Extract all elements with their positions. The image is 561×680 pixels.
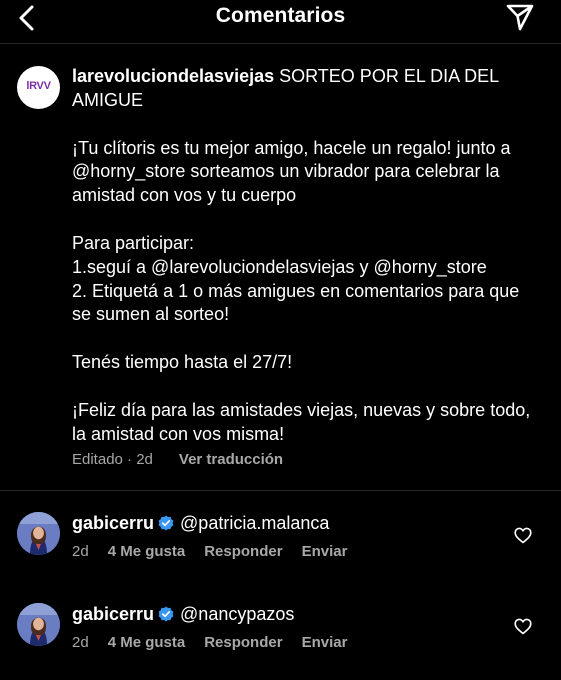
comment-time: 2d (72, 634, 89, 651)
comment-item: gabicerru @patricia.malanca 2d 4 Me gusta R… (0, 492, 561, 582)
page-title: Comentarios (215, 4, 346, 27)
avatar[interactable]: lRVV (17, 66, 60, 109)
user-photo-icon (17, 512, 60, 555)
comments-screen: Comentarios lRVV larevoluciondelasviejas… (0, 0, 561, 680)
caption-body: larevoluciondelasviejas SORTEO POR EL DI… (72, 65, 542, 447)
avatar[interactable] (17, 603, 60, 646)
edited-time: Editado · 2d (72, 451, 153, 468)
caption-meta: Editado · 2d Ver traducción (72, 451, 283, 468)
top-bar: Comentarios (0, 0, 561, 44)
verified-badge-icon (158, 606, 174, 622)
verified-badge-icon (158, 515, 174, 531)
likes-count[interactable]: 4 Me gusta (108, 634, 186, 651)
comment-meta: 2d 4 Me gusta Responder Enviar (72, 634, 366, 651)
closing-text: ¡Feliz día para las amistades viejas, nu… (72, 399, 531, 444)
heart-icon[interactable] (514, 527, 532, 544)
post-caption: lRVV larevoluciondelasviejas SORTEO POR … (0, 45, 561, 491)
participation-step-2: 2. Etiquetá a 1 o más amigues en comenta… (72, 280, 520, 325)
comment-item: gabicerru @nancypazos 2d 4 Me gusta Respond… (0, 583, 561, 673)
comment-text: gabicerru @patricia.malanca (72, 511, 329, 535)
reply-button[interactable]: Responder (204, 543, 282, 560)
see-translation-link[interactable]: Ver traducción (179, 451, 283, 468)
participation-step-1: 1.seguí a @larevoluciondelasviejas y @ho… (72, 256, 487, 277)
comment-mention[interactable]: @patricia.malanca (180, 513, 329, 533)
send-button[interactable]: Enviar (302, 634, 348, 651)
comment-time: 2d (72, 543, 89, 560)
send-button[interactable]: Enviar (302, 543, 348, 560)
user-photo-icon (17, 603, 60, 646)
likes-count[interactable]: 4 Me gusta (108, 543, 186, 560)
heart-icon[interactable] (514, 618, 532, 635)
brand-logo: lRVV (26, 80, 51, 92)
comment-mention[interactable]: @nancypazos (180, 604, 294, 624)
comment-meta: 2d 4 Me gusta Responder Enviar (72, 543, 366, 560)
comment-username[interactable]: gabicerru (72, 604, 154, 624)
comment-text: gabicerru @nancypazos (72, 602, 294, 626)
participation-title: Para participar: (72, 232, 195, 253)
comment-username[interactable]: gabicerru (72, 513, 154, 533)
avatar[interactable] (17, 512, 60, 555)
caption-paragraph: ¡Tu clítoris es tu mejor amigo, hacele u… (72, 137, 511, 206)
caption-username[interactable]: larevoluciondelasviejas (72, 66, 274, 86)
paper-plane-icon[interactable] (505, 2, 535, 32)
reply-button[interactable]: Responder (204, 634, 282, 651)
deadline-text: Tenés tiempo hasta el 27/7! (72, 352, 293, 373)
